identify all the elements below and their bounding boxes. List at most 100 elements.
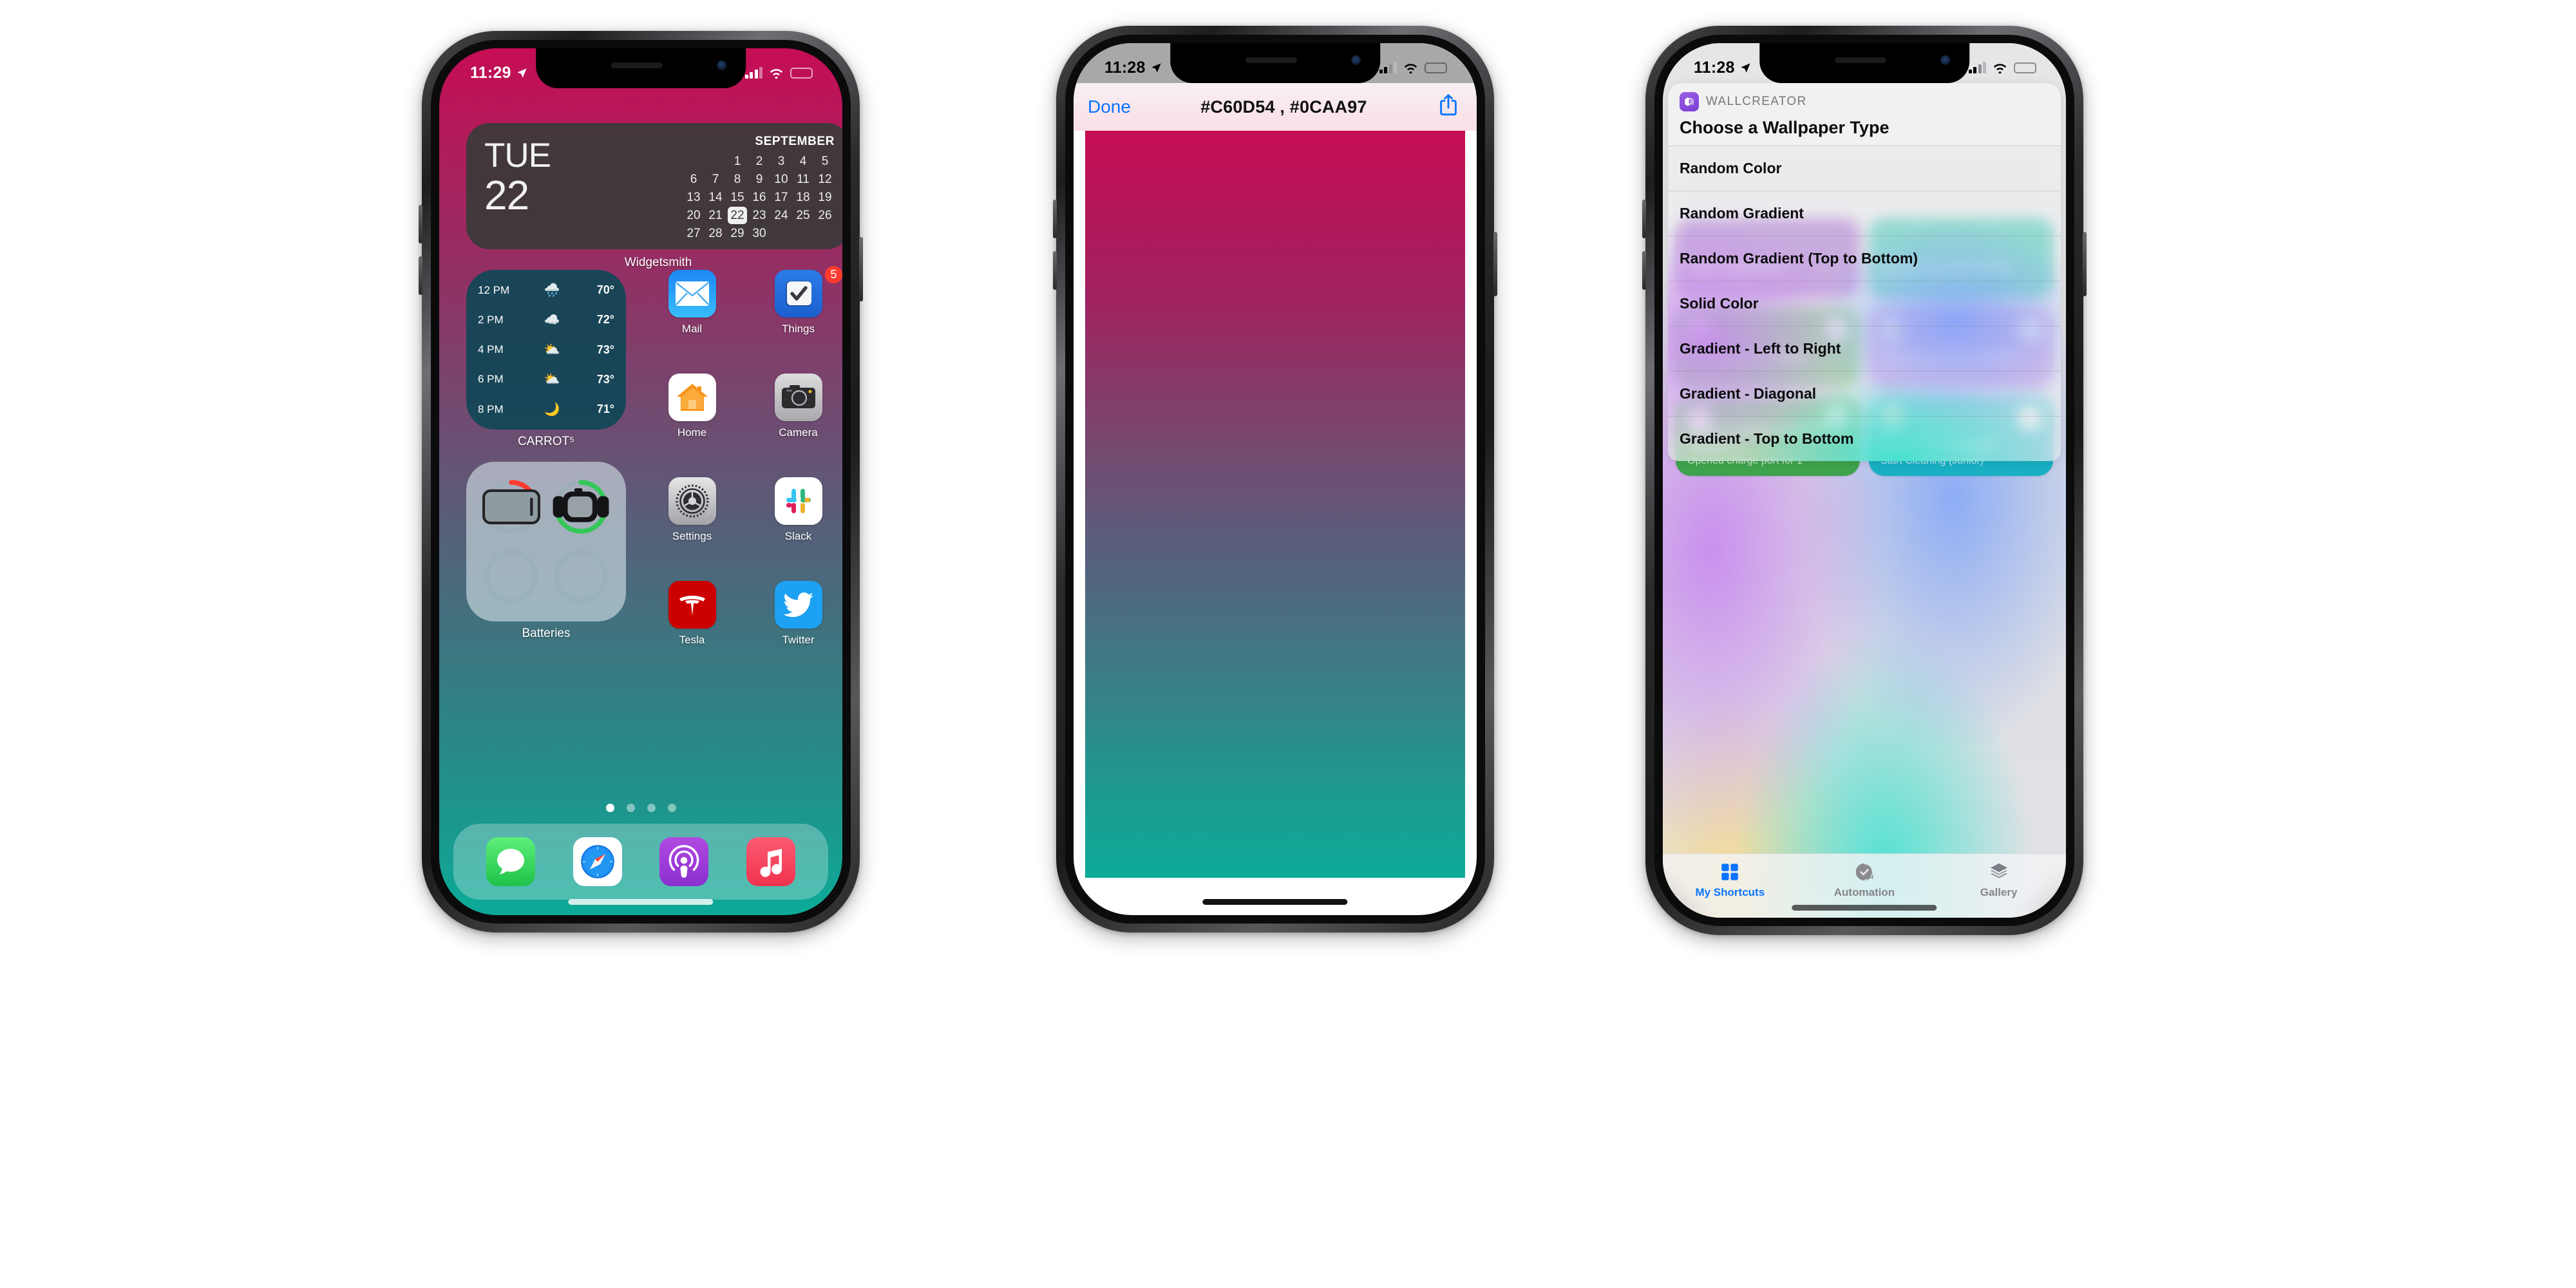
slack-icon: [774, 477, 822, 525]
battery-low-icon: [790, 67, 813, 79]
calendar-day-cell: 30: [752, 227, 766, 240]
dock: [453, 824, 828, 900]
calendar-day-cell: 5: [821, 155, 829, 168]
tab-label: Gallery: [1980, 886, 2018, 898]
home-indicator[interactable]: [1202, 899, 1348, 905]
wallpaper-type-option[interactable]: Gradient - Top to Bottom: [1668, 416, 2061, 461]
app-label: Things: [781, 323, 815, 335]
volume-up-button[interactable]: [1642, 200, 1646, 238]
dock-icon-music[interactable]: [746, 837, 795, 886]
cellular-signal-icon: [744, 67, 762, 79]
phone3-screen: 11:28 WALLCREATOR Choose a Wallpaper Typ…: [1663, 43, 2066, 918]
volume-down-button[interactable]: [1642, 251, 1646, 290]
sheet-options-list: Random Color Random Gradient Random Gradie…: [1668, 146, 2061, 461]
wallpaper-type-option[interactable]: Random Gradient: [1668, 191, 2061, 236]
app-icon-tesla[interactable]: Tesla: [639, 581, 745, 649]
grid-icon: [1721, 864, 1739, 880]
wallpaper-gradient-preview[interactable]: [1085, 131, 1465, 878]
phone-wallpaper-preview: 11:28 Done #C60D54 , #0CAA97: [1053, 26, 1497, 933]
battery-ring: [551, 547, 611, 606]
clock-check-icon: [1855, 863, 1873, 881]
calendar-day-cell: 2: [755, 155, 763, 168]
location-arrow-icon: [516, 68, 527, 78]
app-icon-things[interactable]: 5 Things: [745, 266, 842, 337]
wallpaper-type-option[interactable]: Solid Color: [1668, 281, 2061, 326]
weather-temperature: 73°: [596, 343, 614, 356]
page-indicator-dots[interactable]: [439, 804, 842, 812]
wallpaper-type-option[interactable]: Random Gradient (Top to Bottom): [1668, 236, 2061, 281]
iphone-icon: [482, 477, 541, 536]
app-label: Settings: [672, 530, 712, 542]
calendar-month-label: SEPTEMBER: [755, 135, 835, 148]
weather-temperature: 70°: [596, 283, 614, 296]
location-arrow-icon: [1151, 62, 1161, 73]
phone2-screen: 11:28 Done #C60D54 , #0CAA97: [1074, 43, 1477, 915]
status-bar: 11:28: [1663, 43, 2066, 83]
volume-up-button[interactable]: [419, 205, 422, 243]
apple-watch-icon: [551, 477, 611, 536]
power-button[interactable]: [859, 237, 863, 301]
weather-temperature: 73°: [596, 372, 614, 386]
app-icon-slack[interactable]: Slack: [745, 477, 842, 545]
calendar-day-cell: 4: [799, 155, 807, 168]
calendar-day-cell: 18: [796, 191, 810, 204]
app-icon-twitter[interactable]: Twitter: [745, 581, 842, 649]
battery-low-icon: [2014, 62, 2036, 73]
app-icon-settings[interactable]: Settings: [639, 477, 745, 545]
calendar-day-cell: 1: [734, 155, 741, 168]
wallpaper-type-option[interactable]: Gradient - Left to Right: [1668, 326, 2061, 371]
twitter-icon: [774, 581, 822, 629]
calendar-day-cell: 28: [708, 227, 723, 240]
weather-time: 12 PM: [478, 283, 510, 296]
widget-weather-carrot[interactable]: 12 PM 🌧️ 70° 2 PM ☁️ 72° 4 PM ⛅ 73° 6 PM ⛅ 73° 8 PM 🌙…: [466, 270, 626, 430]
dock-icon-podcasts[interactable]: [659, 837, 709, 886]
calendar-day-number: 22: [484, 172, 529, 218]
weather-condition-icon: ⛅: [544, 343, 560, 357]
app-icon-home[interactable]: Home: [639, 374, 745, 441]
tab-gallery[interactable]: Gallery: [1932, 861, 2065, 899]
page-dot[interactable]: [626, 804, 635, 812]
page-dot[interactable]: [605, 804, 614, 812]
wallpaper-type-option[interactable]: Random Color: [1668, 146, 2061, 191]
wifi-icon: [1993, 64, 2007, 73]
dock-icon-messages[interactable]: [486, 837, 536, 886]
volume-down-button[interactable]: [419, 256, 422, 295]
widget-batteries-label: Batteries: [522, 627, 571, 640]
wallpaper-type-sheet: WALLCREATOR Choose a Wallpaper Type Rand…: [1668, 83, 2061, 461]
calendar-day-cell: 13: [687, 191, 701, 204]
app-icon-camera[interactable]: Camera: [745, 374, 842, 441]
done-button[interactable]: Done: [1088, 97, 1131, 117]
tab-my-shortcuts[interactable]: My Shortcuts: [1663, 861, 1797, 899]
wifi-icon: [770, 69, 783, 79]
weather-row: 12 PM 🌧️ 70°: [478, 283, 614, 297]
home-indicator[interactable]: [1792, 905, 1937, 911]
sheet-question: Choose a Wallpaper Type: [1680, 118, 1889, 137]
status-time: 11:28: [1104, 58, 1146, 77]
share-icon[interactable]: [1437, 93, 1463, 122]
page-dot[interactable]: [667, 804, 676, 812]
widget-weather-label: CARROT⁵: [517, 435, 575, 448]
calendar-day-cell: 11: [797, 173, 810, 186]
home-indicator[interactable]: [568, 899, 714, 905]
tab-automation[interactable]: Automation: [1798, 861, 1931, 899]
status-bar: 11:29: [439, 48, 842, 88]
page-dot[interactable]: [647, 804, 656, 812]
app-icon-mail[interactable]: Mail: [639, 270, 745, 337]
weather-time: 8 PM: [478, 402, 504, 415]
power-button[interactable]: [2083, 232, 2087, 296]
widget-calendar-label: Widgetsmith: [624, 256, 692, 269]
dock-icon-safari[interactable]: [573, 837, 622, 886]
widget-calendar[interactable]: TUE 22 SEPTEMBER 00123456789101112131415…: [466, 123, 842, 249]
weather-temperature: 71°: [596, 402, 614, 415]
app-grid: Mail 5 Things Home Camera Settings Slack Tesla T…: [639, 266, 842, 649]
cellular-signal-icon: [1379, 62, 1397, 73]
volume-down-button[interactable]: [1053, 251, 1057, 290]
weather-time: 6 PM: [478, 373, 504, 386]
calendar-day-cell: 19: [818, 191, 832, 204]
volume-up-button[interactable]: [1053, 200, 1057, 238]
widget-batteries[interactable]: [466, 462, 626, 621]
preview-title-hex-codes: #C60D54 , #0CAA97: [1200, 97, 1367, 117]
wallpaper-type-option[interactable]: Gradient - Diagonal: [1668, 371, 2061, 416]
battery-low-icon: [1425, 62, 1447, 73]
power-button[interactable]: [1493, 232, 1497, 296]
